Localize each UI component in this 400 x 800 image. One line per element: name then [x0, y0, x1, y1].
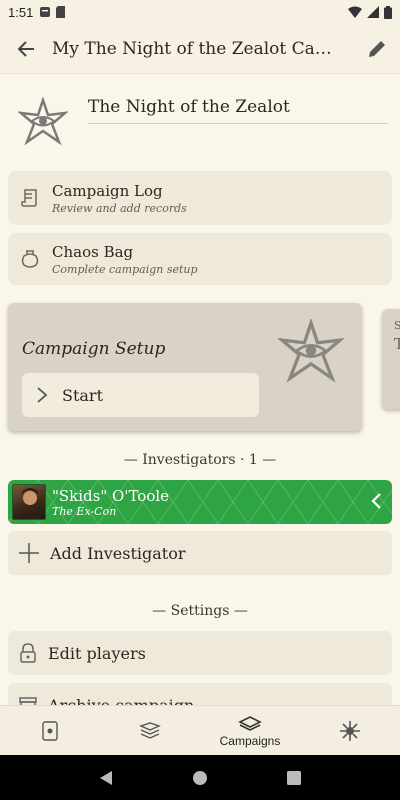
- elder-sign-icon: [340, 720, 360, 741]
- system-navigation-bar: [0, 755, 400, 800]
- peek-letter: S: [394, 319, 400, 332]
- investigator-portrait: [12, 484, 46, 520]
- add-investigator-label: Add Investigator: [50, 543, 186, 563]
- cards-stack-icon: [139, 721, 161, 739]
- tab-label: Campaigns: [219, 733, 281, 748]
- campaign-detail-content: The Night of the Zealot Campaign Log Rev…: [0, 75, 400, 705]
- pencil-icon: [369, 40, 385, 57]
- chevron-right-icon: [37, 387, 48, 403]
- wifi-icon: [348, 6, 362, 18]
- chaos-bag-card[interactable]: Chaos Bag Complete campaign setup: [8, 233, 392, 285]
- lock-icon: [20, 643, 36, 663]
- chaos-bag-icon: [21, 250, 39, 268]
- tab-elder-sign[interactable]: [300, 706, 400, 755]
- tab-card[interactable]: [0, 706, 100, 755]
- edit-players-label: Edit players: [48, 643, 146, 663]
- tab-campaigns[interactable]: Campaigns: [200, 706, 300, 755]
- investigator-row[interactable]: "Skids" O'Toole The Ex-Con: [8, 480, 392, 524]
- app-bar: My The Night of the Zealot Campa…: [0, 24, 400, 74]
- archive-campaign-label: Archive campaign: [48, 695, 195, 706]
- tab-decks[interactable]: [100, 706, 200, 755]
- night-of-the-zealot-logo-icon: [18, 97, 68, 146]
- arrow-back-icon: [17, 40, 34, 57]
- start-label: Start: [62, 385, 104, 405]
- investigator-subtitle: The Ex-Con: [52, 504, 117, 518]
- investigators-section-title: — Investigators · 1 —: [123, 452, 277, 468]
- archive-campaign-button[interactable]: Archive campaign: [8, 683, 392, 705]
- campaign-name-field[interactable]: The Night of the Zealot: [88, 97, 388, 124]
- card-subtitle: Complete campaign setup: [52, 262, 198, 276]
- edit-button[interactable]: [354, 24, 400, 74]
- next-scenario-card-peek[interactable]: S T: [382, 309, 400, 409]
- sd-card-icon: [56, 6, 66, 18]
- notification-icon: [40, 7, 51, 17]
- system-back-icon[interactable]: [99, 770, 113, 786]
- scroll-icon: [21, 189, 37, 207]
- investigator-name: "Skids" O'Toole: [52, 486, 170, 505]
- card-title: Campaign Log: [52, 181, 163, 200]
- night-of-the-zealot-logo-icon: [278, 319, 344, 383]
- settings-section-title: — Settings —: [152, 603, 248, 619]
- system-home-icon[interactable]: [192, 770, 208, 786]
- edit-players-button[interactable]: Edit players: [8, 631, 392, 675]
- archive-icon: [19, 697, 37, 705]
- campaigns-icon: [238, 715, 262, 731]
- campaign-log-card[interactable]: Campaign Log Review and add records: [8, 171, 392, 225]
- status-time: 1:51: [8, 4, 34, 20]
- start-setup-button[interactable]: Start: [22, 373, 259, 417]
- chevron-left-icon[interactable]: [370, 492, 382, 510]
- card-subtitle: Review and add records: [52, 201, 187, 215]
- campaign-header: The Night of the Zealot: [18, 97, 388, 157]
- status-bar: 1:51: [0, 0, 400, 24]
- battery-icon: [384, 5, 392, 19]
- card-icon: [42, 720, 58, 741]
- signal-icon: [367, 6, 379, 18]
- campaign-setup-card: Campaign Setup Start: [8, 303, 362, 431]
- card-title: Chaos Bag: [52, 242, 134, 261]
- back-button[interactable]: [0, 24, 52, 74]
- page-title: My The Night of the Zealot Campa…: [52, 38, 354, 59]
- bottom-navigation: Campaigns: [0, 705, 400, 755]
- system-recents-icon[interactable]: [286, 770, 301, 785]
- campaign-setup-title: Campaign Setup: [22, 339, 166, 359]
- peek-letter: T: [394, 335, 400, 353]
- plus-icon: [19, 543, 39, 563]
- add-investigator-button[interactable]: Add Investigator: [8, 531, 392, 575]
